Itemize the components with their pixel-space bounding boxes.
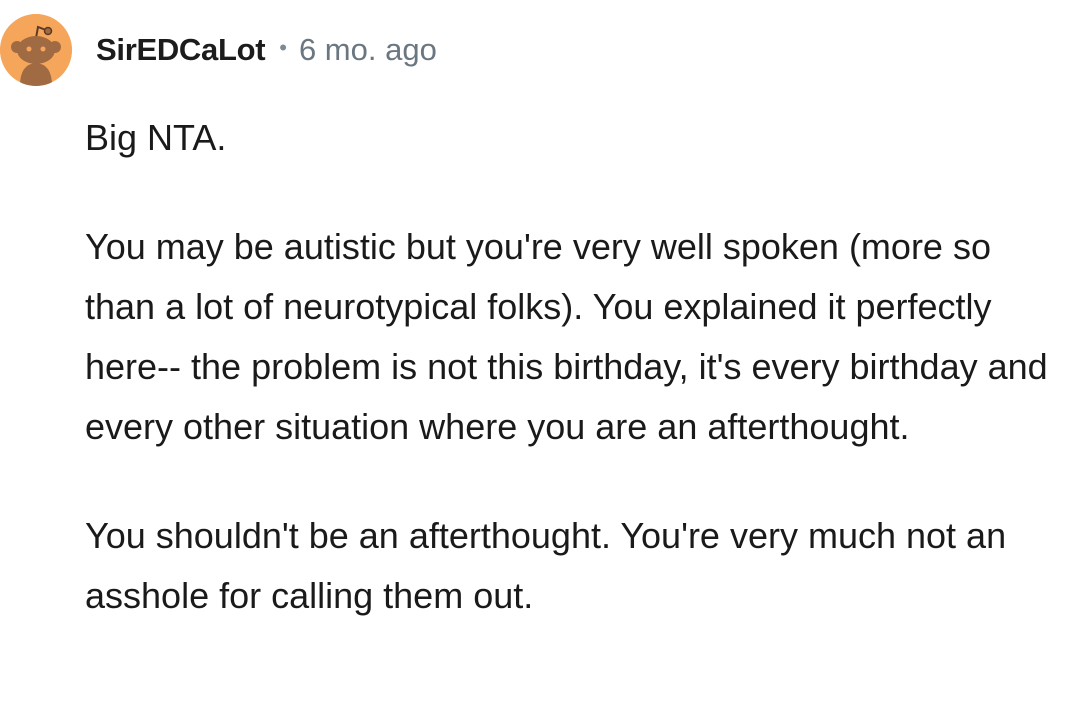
username-link[interactable]: SirEDCaLot [96,32,266,68]
comment: SirEDCaLot • 6 mo. ago Big NTA. You may … [0,0,1080,709]
comment-paragraph: You may be autistic but you're very well… [85,226,1048,447]
comment-header: SirEDCaLot • 6 mo. ago [96,28,437,72]
snoo-avatar-icon [0,14,72,86]
comment-paragraph: You shouldn't be an afterthought. You're… [85,515,1007,616]
separator-dot: • [279,35,287,60]
comment-body: Big NTA. You may be autistic but you're … [85,108,1070,626]
timestamp[interactable]: 6 mo. ago [299,32,437,68]
user-avatar[interactable] [0,14,72,86]
comment-paragraph: Big NTA. [85,117,227,158]
